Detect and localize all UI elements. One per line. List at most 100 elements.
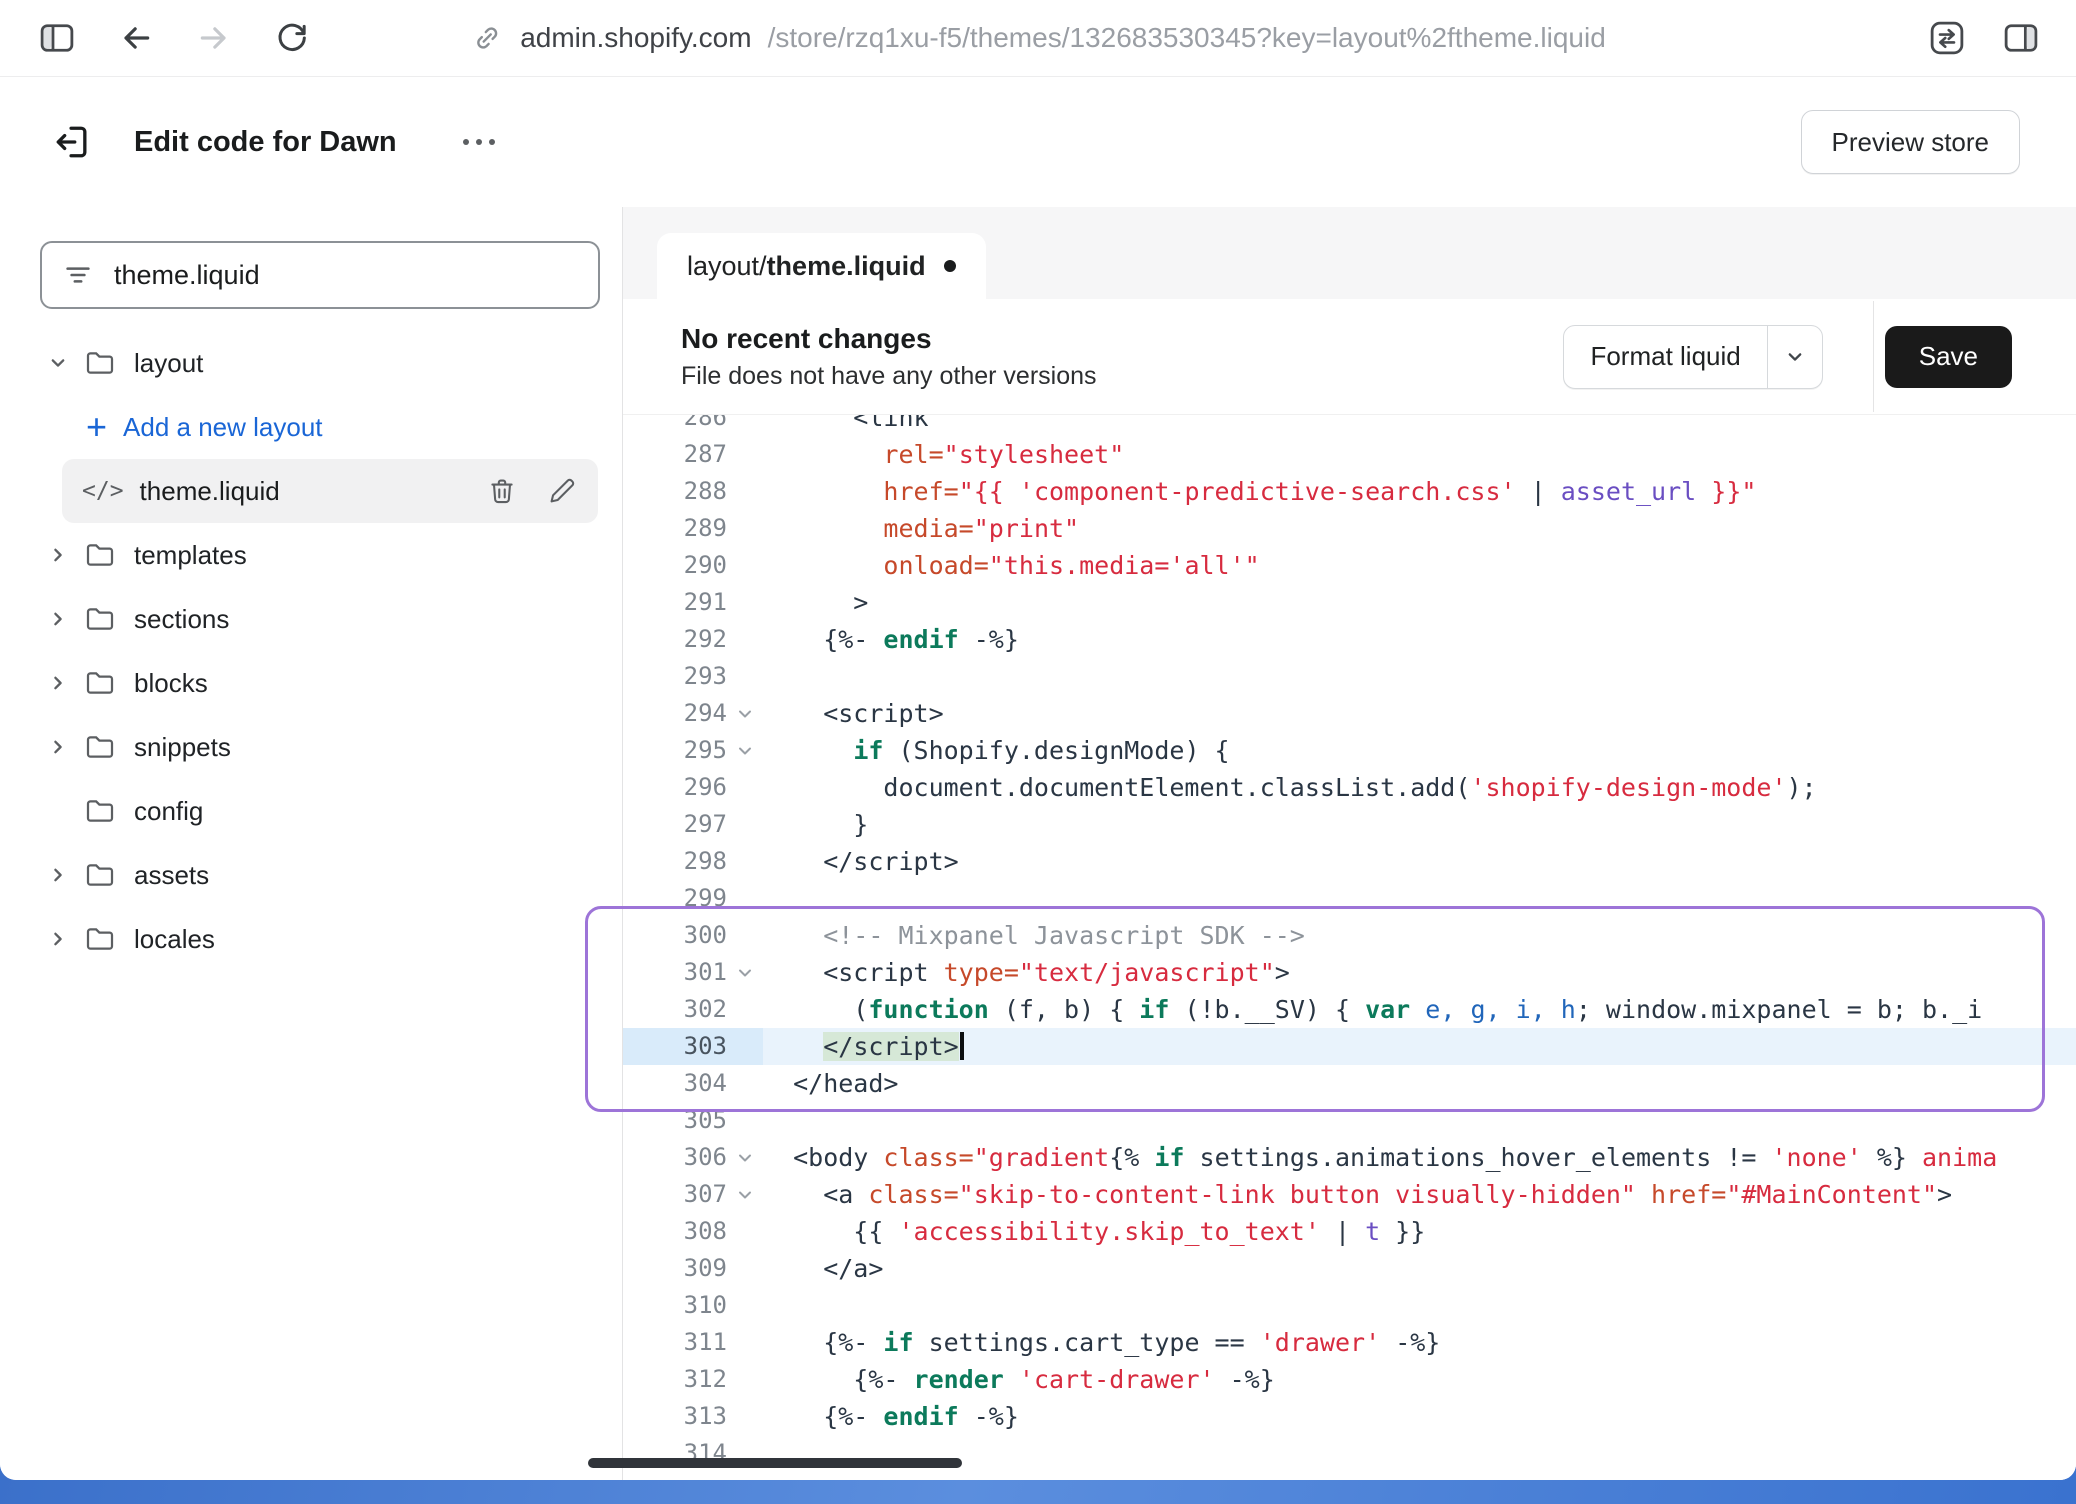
code-lines: 286 <link287 rel="stylesheet"288 href="{… [623, 415, 2076, 1472]
url-bar[interactable]: admin.shopify.com/store/rzq1xu-f5/themes… [470, 21, 1606, 55]
file-search-box[interactable] [40, 241, 600, 309]
line-number: 313 [623, 1398, 727, 1435]
code-text: {%- endif -%} [763, 621, 1019, 658]
tree-item-label: locales [134, 924, 215, 955]
chevron-right-icon [45, 542, 71, 568]
code-text: (function (f, b) { if (!b.__SV) { var e,… [763, 991, 1982, 1028]
folder-icon [84, 859, 116, 891]
line-number: 303 [623, 1028, 727, 1065]
code-text: </head> [763, 1065, 898, 1102]
tree-item-label: snippets [134, 732, 231, 763]
fold-toggle-icon[interactable] [727, 695, 763, 732]
tree-item-label: blocks [134, 668, 208, 699]
fold-toggle-icon[interactable] [727, 732, 763, 769]
main-content: layout + Add a new layout </> theme.liqu… [0, 207, 2076, 1480]
tree-item-locales[interactable]: locales [0, 907, 622, 971]
code-line-287[interactable]: 287 rel="stylesheet" [623, 436, 2076, 473]
tree-item-sections[interactable]: sections [0, 587, 622, 651]
code-line-300[interactable]: 300 <!-- Mixpanel Javascript SDK --> [623, 917, 2076, 954]
code-text: } [763, 806, 868, 843]
chevron-right-icon [45, 926, 71, 952]
delete-file-button[interactable] [486, 475, 518, 507]
code-line-286[interactable]: 286 <link [623, 415, 2076, 436]
rename-file-button[interactable] [546, 475, 578, 507]
fold-spacer [727, 1287, 763, 1324]
line-number: 298 [623, 843, 727, 880]
add-new-layout-button[interactable]: + Add a new layout [0, 395, 622, 459]
code-text: <script> [763, 695, 944, 732]
code-line-289[interactable]: 289 media="print" [623, 510, 2076, 547]
code-line-313[interactable]: 313 {%- endif -%} [623, 1398, 2076, 1435]
fold-spacer [727, 769, 763, 806]
line-number: 305 [623, 1102, 727, 1139]
code-line-295[interactable]: 295 if (Shopify.designMode) { [623, 732, 2076, 769]
sidebar-toggle-button[interactable] [36, 17, 78, 59]
file-sidebar: layout + Add a new layout </> theme.liqu… [0, 207, 623, 1480]
code-line-309[interactable]: 309 </a> [623, 1250, 2076, 1287]
fold-spacer [727, 1324, 763, 1361]
fold-spacer [727, 621, 763, 658]
fold-spacer [727, 547, 763, 584]
fold-toggle-icon[interactable] [727, 1139, 763, 1176]
fold-spacer [727, 436, 763, 473]
back-button[interactable] [116, 18, 156, 58]
code-line-292[interactable]: 292 {%- endif -%} [623, 621, 2076, 658]
code-line-297[interactable]: 297 } [623, 806, 2076, 843]
code-line-303[interactable]: 303 </script> [623, 1028, 2076, 1065]
reload-button[interactable] [272, 18, 312, 58]
code-line-290[interactable]: 290 onload="this.media='all'" [623, 547, 2076, 584]
fold-spacer [727, 806, 763, 843]
tab-layout-theme-liquid[interactable]: layout/theme.liquid [657, 233, 986, 299]
fold-spacer [727, 991, 763, 1028]
code-line-288[interactable]: 288 href="{{ 'component-predictive-searc… [623, 473, 2076, 510]
split-view-button[interactable] [2000, 17, 2042, 59]
tree-item-config[interactable]: config [0, 779, 622, 843]
tab-strip: layout/theme.liquid [623, 207, 2076, 299]
code-line-301[interactable]: 301 <script type="text/javascript"> [623, 954, 2076, 991]
code-line-306[interactable]: 306 <body class="gradient{% if settings.… [623, 1139, 2076, 1176]
code-line-305[interactable]: 305 [623, 1102, 2076, 1139]
fold-toggle-icon[interactable] [727, 954, 763, 991]
tree-item-blocks[interactable]: blocks [0, 651, 622, 715]
exit-code-editor-button[interactable] [50, 120, 94, 164]
fold-toggle-icon[interactable] [727, 1176, 763, 1213]
toolbar-divider [1873, 301, 1874, 412]
exit-icon [50, 120, 94, 164]
code-line-302[interactable]: 302 (function (f, b) { if (!b.__SV) { va… [623, 991, 2076, 1028]
preview-store-button[interactable]: Preview store [1801, 110, 2021, 174]
save-button[interactable]: Save [1885, 326, 2012, 388]
line-number: 312 [623, 1361, 727, 1398]
tree-item-assets[interactable]: assets [0, 843, 622, 907]
horizontal-scrollbar-thumb[interactable] [588, 1458, 962, 1468]
code-line-308[interactable]: 308 {{ 'accessibility.skip_to_text' | t … [623, 1213, 2076, 1250]
format-options-toggle[interactable] [1768, 326, 1822, 388]
code-line-307[interactable]: 307 <a class="skip-to-content-link butto… [623, 1176, 2076, 1213]
forward-button[interactable] [194, 18, 234, 58]
code-line-304[interactable]: 304 </head> [623, 1065, 2076, 1102]
code-viewport[interactable]: 286 <link287 rel="stylesheet"288 href="{… [623, 415, 2076, 1480]
code-text: if (Shopify.designMode) { [763, 732, 1230, 769]
code-line-294[interactable]: 294 <script> [623, 695, 2076, 732]
code-text: <link [763, 415, 929, 436]
tree-item-layout[interactable]: layout [0, 331, 622, 395]
code-line-312[interactable]: 312 {%- render 'cart-drawer' -%} [623, 1361, 2076, 1398]
more-options-button[interactable] [453, 129, 505, 155]
code-text: <body class="gradient{% if settings.anim… [763, 1139, 1997, 1176]
format-liquid-button[interactable]: Format liquid [1563, 325, 1822, 389]
code-file-icon: </> [82, 478, 124, 504]
code-line-311[interactable]: 311 {%- if settings.cart_type == 'drawer… [623, 1324, 2076, 1361]
tree-item-theme-liquid-selected[interactable]: </> theme.liquid [62, 459, 598, 523]
search-input[interactable] [112, 259, 578, 292]
line-number: 294 [623, 695, 727, 732]
code-line-291[interactable]: 291 > [623, 584, 2076, 621]
tree-item-templates[interactable]: templates [0, 523, 622, 587]
code-line-310[interactable]: 310 [623, 1287, 2076, 1324]
code-line-293[interactable]: 293 [623, 658, 2076, 695]
link-icon [470, 21, 504, 55]
tree-item-snippets[interactable]: snippets [0, 715, 622, 779]
code-line-296[interactable]: 296 document.documentElement.classList.a… [623, 769, 2076, 806]
code-line-299[interactable]: 299 [623, 880, 2076, 917]
code-line-298[interactable]: 298 </script> [623, 843, 2076, 880]
code-text: <!-- Mixpanel Javascript SDK --> [763, 917, 1305, 954]
extensions-button[interactable] [1926, 17, 1968, 59]
